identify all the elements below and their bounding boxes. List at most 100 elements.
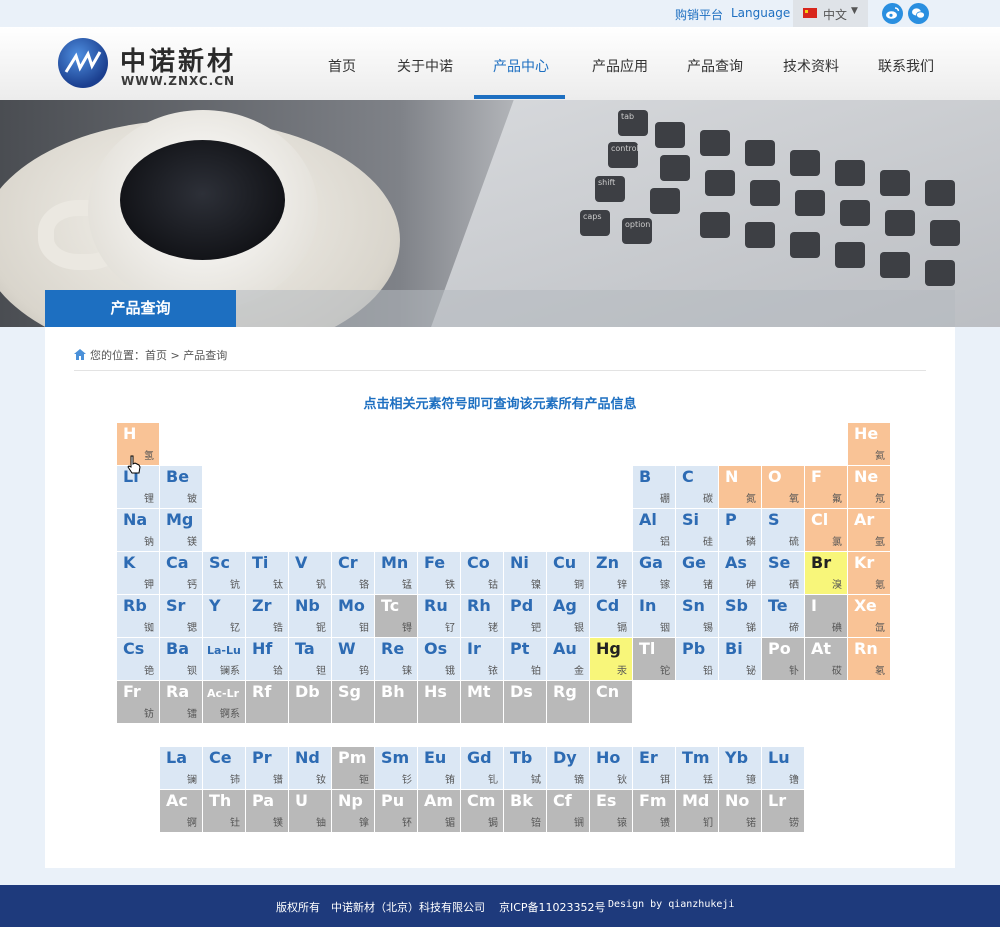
element-in[interactable]: In 铟 bbox=[633, 595, 675, 637]
element-nb[interactable]: Nb 铌 bbox=[289, 595, 331, 637]
element-br[interactable]: Br 溴 bbox=[805, 552, 847, 594]
element-ge[interactable]: Ge 锗 bbox=[676, 552, 718, 594]
element-cl[interactable]: Cl 氯 bbox=[805, 509, 847, 551]
element-si[interactable]: Si 硅 bbox=[676, 509, 718, 551]
element-xe[interactable]: Xe 氙 bbox=[848, 595, 890, 637]
element-lu[interactable]: Lu 镥 bbox=[762, 747, 804, 789]
nav-product-search[interactable]: 产品查询 bbox=[687, 56, 743, 76]
breadcrumb-home[interactable]: 首页 bbox=[145, 349, 167, 362]
element-ce[interactable]: Ce 铈 bbox=[203, 747, 245, 789]
element-s[interactable]: S硫 bbox=[762, 509, 804, 551]
element-ra[interactable]: Ra 镭 bbox=[160, 681, 202, 723]
element-ga[interactable]: Ga 镓 bbox=[633, 552, 675, 594]
element-ru[interactable]: Ru 钌 bbox=[418, 595, 460, 637]
element-rf[interactable]: Rf bbox=[246, 681, 288, 723]
language-select[interactable]: 中文 ▼ bbox=[793, 0, 868, 27]
element-ta[interactable]: Ta 钽 bbox=[289, 638, 331, 680]
logo-text-cn[interactable]: 中诺新材 bbox=[120, 41, 236, 78]
footer-icp[interactable]: 京ICP备11023352号 bbox=[499, 899, 606, 915]
element-w[interactable]: W钨 bbox=[332, 638, 374, 680]
element-am[interactable]: Am 镅 bbox=[418, 790, 460, 832]
element-te[interactable]: Te 碲 bbox=[762, 595, 804, 637]
element-dy[interactable]: Dy 镝 bbox=[547, 747, 589, 789]
element-tl[interactable]: Tl 铊 bbox=[633, 638, 675, 680]
element-pt[interactable]: Pt 铂 bbox=[504, 638, 546, 680]
nav-about[interactable]: 关于中诺 bbox=[397, 56, 453, 76]
footer-design[interactable]: Design by qianzhukeji bbox=[608, 899, 734, 910]
element-sn[interactable]: Sn 锡 bbox=[676, 595, 718, 637]
element-pb[interactable]: Pb 铅 bbox=[676, 638, 718, 680]
nav-contact[interactable]: 联系我们 bbox=[878, 56, 934, 76]
dealer-platform-link[interactable]: 购销平台 bbox=[675, 6, 723, 23]
element-pd[interactable]: Pd 钯 bbox=[504, 595, 546, 637]
element-pm[interactable]: Pm 钷 bbox=[332, 747, 374, 789]
element-er[interactable]: Er 铒 bbox=[633, 747, 675, 789]
element-na[interactable]: Na 钠 bbox=[117, 509, 159, 551]
element-cn[interactable]: Cn bbox=[590, 681, 632, 723]
element-es[interactable]: Es 锿 bbox=[590, 790, 632, 832]
element-cu[interactable]: Cu 铜 bbox=[547, 552, 589, 594]
element-at[interactable]: At 砹 bbox=[805, 638, 847, 680]
element-os[interactable]: Os 锇 bbox=[418, 638, 460, 680]
element-c[interactable]: C碳 bbox=[676, 466, 718, 508]
element-sb[interactable]: Sb 锑 bbox=[719, 595, 761, 637]
element-bk[interactable]: Bk 锫 bbox=[504, 790, 546, 832]
element-kr[interactable]: Kr 氪 bbox=[848, 552, 890, 594]
element-f[interactable]: F氟 bbox=[805, 466, 847, 508]
weibo-icon[interactable] bbox=[882, 3, 903, 24]
element-ac-lr[interactable]: Ac-Lr 锕系 bbox=[203, 681, 245, 723]
element-cm[interactable]: Cm 锔 bbox=[461, 790, 503, 832]
element-rb[interactable]: Rb 铷 bbox=[117, 595, 159, 637]
element-mt[interactable]: Mt bbox=[461, 681, 503, 723]
element-v[interactable]: V钒 bbox=[289, 552, 331, 594]
element-ar[interactable]: Ar 氩 bbox=[848, 509, 890, 551]
nav-technical-docs[interactable]: 技术资料 bbox=[783, 56, 839, 76]
element-ho[interactable]: Ho 钬 bbox=[590, 747, 632, 789]
element-he[interactable]: He 氦 bbox=[848, 423, 890, 465]
element-k[interactable]: K钾 bbox=[117, 552, 159, 594]
element-se[interactable]: Se 硒 bbox=[762, 552, 804, 594]
element-ni[interactable]: Ni 镍 bbox=[504, 552, 546, 594]
element-pa[interactable]: Pa 镤 bbox=[246, 790, 288, 832]
element-zn[interactable]: Zn 锌 bbox=[590, 552, 632, 594]
element-no[interactable]: No 锘 bbox=[719, 790, 761, 832]
element-cr[interactable]: Cr 铬 bbox=[332, 552, 374, 594]
element-ac[interactable]: Ac 锕 bbox=[160, 790, 202, 832]
element-o[interactable]: O氧 bbox=[762, 466, 804, 508]
wechat-icon[interactable] bbox=[908, 3, 929, 24]
element-ds[interactable]: Ds bbox=[504, 681, 546, 723]
element-tb[interactable]: Tb 铽 bbox=[504, 747, 546, 789]
element-po[interactable]: Po 钋 bbox=[762, 638, 804, 680]
element-md[interactable]: Md 钔 bbox=[676, 790, 718, 832]
element-zr[interactable]: Zr 锆 bbox=[246, 595, 288, 637]
element-pr[interactable]: Pr 镨 bbox=[246, 747, 288, 789]
element-la-lu[interactable]: La-Lu 镧系 bbox=[203, 638, 245, 680]
element-ba[interactable]: Ba 钡 bbox=[160, 638, 202, 680]
element-tm[interactable]: Tm 铥 bbox=[676, 747, 718, 789]
element-db[interactable]: Db bbox=[289, 681, 331, 723]
element-sg[interactable]: Sg bbox=[332, 681, 374, 723]
element-pu[interactable]: Pu 钚 bbox=[375, 790, 417, 832]
section-tab[interactable]: 产品查询 bbox=[45, 290, 236, 327]
element-hg[interactable]: Hg 汞 bbox=[590, 638, 632, 680]
logo-icon[interactable] bbox=[58, 38, 108, 88]
element-rn[interactable]: Rn 氡 bbox=[848, 638, 890, 680]
element-sm[interactable]: Sm 钐 bbox=[375, 747, 417, 789]
element-ir[interactable]: Ir 铱 bbox=[461, 638, 503, 680]
element-hs[interactable]: Hs bbox=[418, 681, 460, 723]
element-cs[interactable]: Cs 铯 bbox=[117, 638, 159, 680]
element-cf[interactable]: Cf 锎 bbox=[547, 790, 589, 832]
element-la[interactable]: La 镧 bbox=[160, 747, 202, 789]
element-n[interactable]: N氮 bbox=[719, 466, 761, 508]
element-gd[interactable]: Gd 钆 bbox=[461, 747, 503, 789]
element-p[interactable]: P磷 bbox=[719, 509, 761, 551]
element-co[interactable]: Co 钴 bbox=[461, 552, 503, 594]
element-rg[interactable]: Rg bbox=[547, 681, 589, 723]
element-au[interactable]: Au 金 bbox=[547, 638, 589, 680]
element-ne[interactable]: Ne 氖 bbox=[848, 466, 890, 508]
element-as[interactable]: As 砷 bbox=[719, 552, 761, 594]
element-mg[interactable]: Mg 镁 bbox=[160, 509, 202, 551]
element-eu[interactable]: Eu 铕 bbox=[418, 747, 460, 789]
element-hf[interactable]: Hf 铪 bbox=[246, 638, 288, 680]
element-mn[interactable]: Mn 锰 bbox=[375, 552, 417, 594]
